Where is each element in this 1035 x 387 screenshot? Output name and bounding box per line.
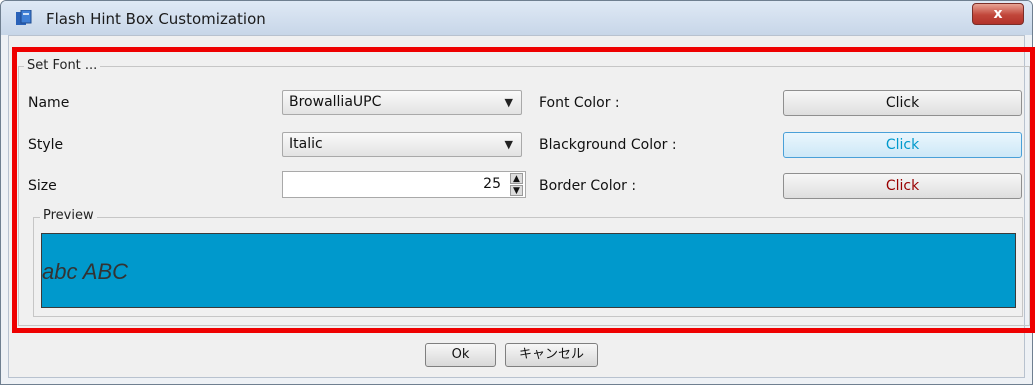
highlight-frame xyxy=(12,47,1035,333)
window-title: Flash Hint Box Customization xyxy=(46,10,266,28)
ok-button[interactable]: Ok xyxy=(425,343,496,367)
close-button[interactable]: x xyxy=(972,3,1024,25)
close-icon: x xyxy=(993,6,1003,22)
cancel-button[interactable]: キャンセル xyxy=(505,343,598,367)
book-icon xyxy=(16,10,32,25)
title-bar[interactable]: Flash Hint Box Customization x xyxy=(1,1,1032,35)
